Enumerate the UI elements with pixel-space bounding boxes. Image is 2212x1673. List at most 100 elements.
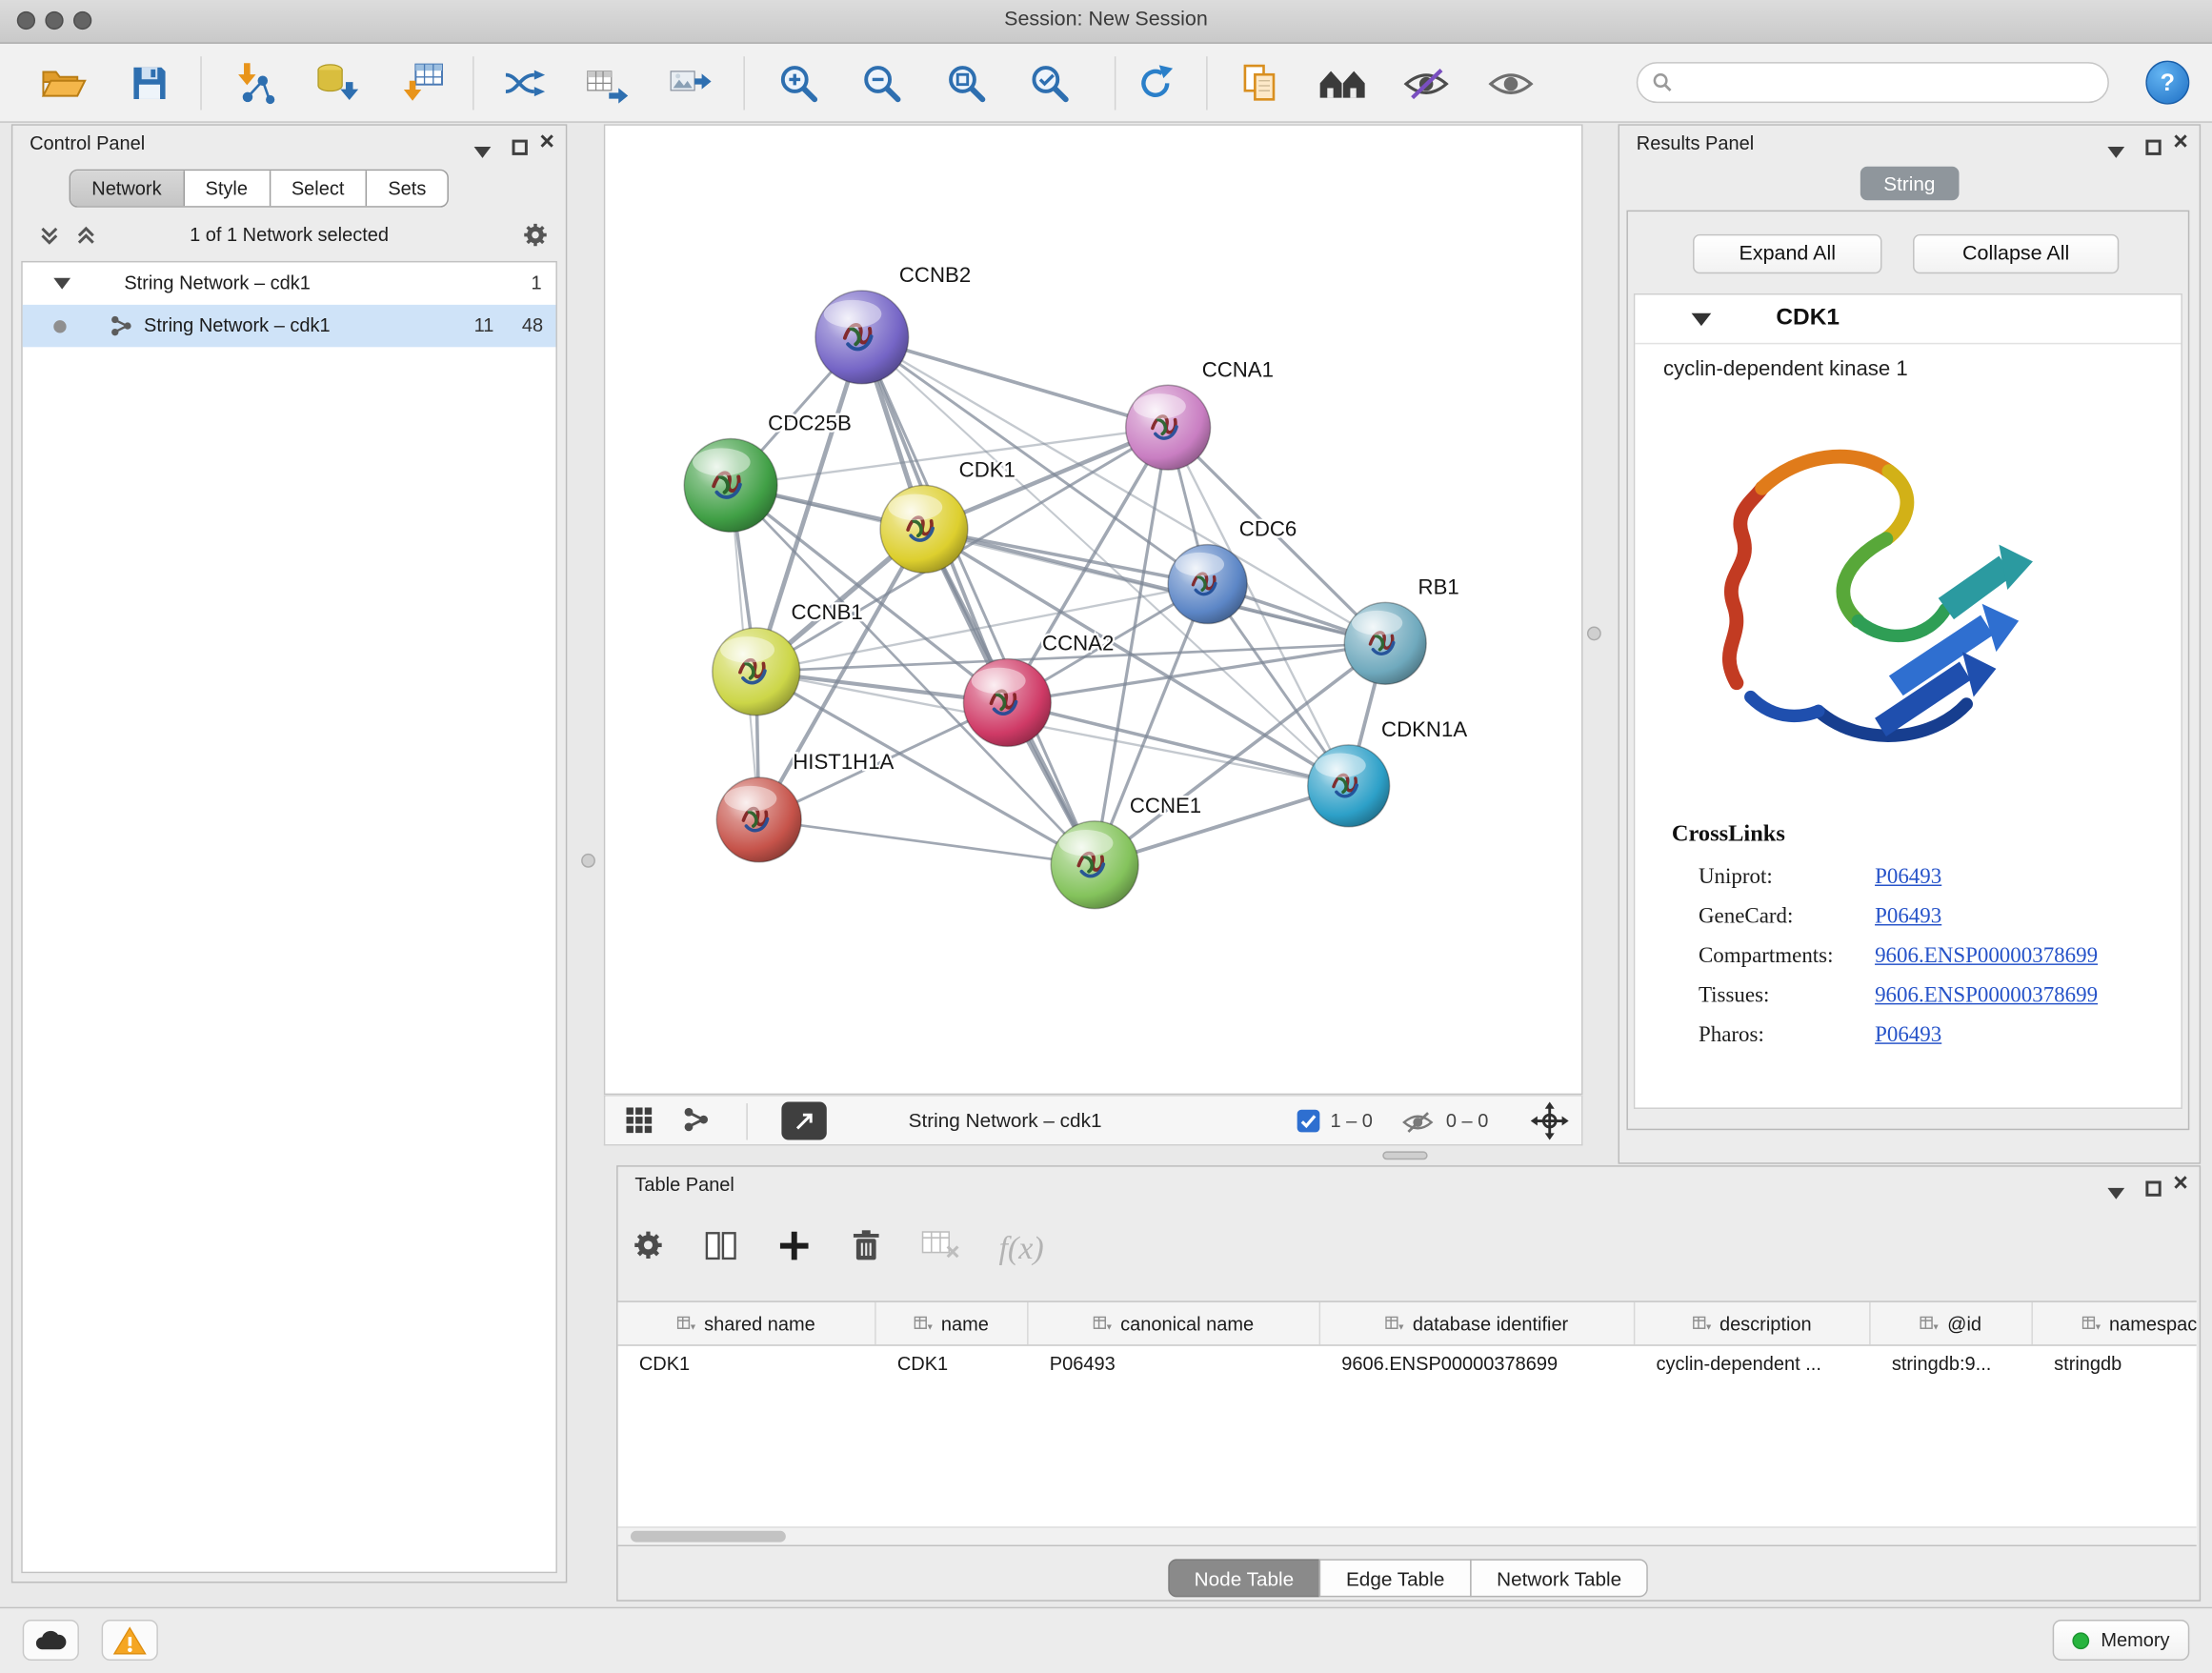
export-image-button[interactable] xyxy=(662,55,718,111)
table-settings-gear-icon[interactable] xyxy=(632,1229,664,1268)
zoom-selected-button[interactable] xyxy=(1021,55,1077,111)
network-node-cdkn1a[interactable]: CDKN1A xyxy=(1308,717,1468,827)
zoom-fit-button[interactable] xyxy=(938,55,995,111)
node-label: CCNA1 xyxy=(1202,357,1274,381)
column-header-label: canonical name xyxy=(1120,1313,1254,1334)
crosslink-value-link[interactable]: 9606.ENSP00000378699 xyxy=(1875,944,2098,970)
network-overview-button[interactable] xyxy=(683,1106,710,1133)
grid-icon xyxy=(625,1106,654,1135)
open-session-button[interactable] xyxy=(35,55,91,111)
gene-section-header[interactable]: CDK1 xyxy=(1635,295,2181,345)
add-column-icon[interactable] xyxy=(777,1228,812,1269)
column-header-namespace[interactable]: namespace xyxy=(2033,1302,2197,1344)
hidden-eye-slash-icon[interactable] xyxy=(1401,1110,1436,1134)
column-header-shared-name[interactable]: shared name xyxy=(618,1302,876,1344)
tree-expand-caret-icon[interactable] xyxy=(53,278,70,290)
zoom-in-button[interactable] xyxy=(771,55,827,111)
network-node-ccna1[interactable]: CCNA1 xyxy=(1126,357,1274,470)
section-collapse-caret-icon[interactable] xyxy=(1692,313,1712,326)
save-session-button[interactable] xyxy=(121,55,177,111)
network-node-ccne1[interactable]: CCNE1 xyxy=(1051,794,1201,909)
network-node-ccnb2[interactable]: CCNB2 xyxy=(815,263,971,384)
tab-network[interactable]: Network xyxy=(70,171,184,206)
tab-node-table[interactable]: Node Table xyxy=(1168,1559,1321,1597)
search-input[interactable] xyxy=(1681,71,2107,94)
selected-checkbox-icon[interactable] xyxy=(1297,1109,1320,1133)
cloud-status-button[interactable] xyxy=(23,1620,79,1661)
delete-column-icon[interactable] xyxy=(851,1228,882,1269)
clear-table-icon-disabled xyxy=(921,1229,959,1268)
network-options-gear-icon[interactable] xyxy=(522,221,549,255)
table-tabs: Node Table Edge Table Network Table xyxy=(1169,1559,1648,1597)
hide-selected-button[interactable] xyxy=(1398,55,1455,111)
expand-all-button[interactable]: Expand All xyxy=(1693,234,1881,273)
tab-select[interactable]: Select xyxy=(271,171,367,206)
pan-mode-button[interactable] xyxy=(1531,1102,1569,1140)
column-header--id[interactable]: @id xyxy=(1871,1302,2033,1344)
network-node-hist1h1a[interactable]: HIST1H1A xyxy=(716,750,894,862)
panel-menu-icon[interactable] xyxy=(2107,1180,2124,1206)
panel-float-icon[interactable] xyxy=(513,137,528,163)
panel-close-icon[interactable]: × xyxy=(2173,1173,2188,1199)
crosslink-value-link[interactable]: P06493 xyxy=(1875,865,1941,891)
network-row-selected[interactable]: String Network – cdk1 11 48 xyxy=(23,305,556,347)
export-table-button[interactable] xyxy=(578,55,634,111)
zoom-out-button[interactable] xyxy=(854,55,910,111)
import-network-file-button[interactable] xyxy=(226,55,282,111)
crosslink-value-link[interactable]: P06493 xyxy=(1875,1023,1941,1049)
crosslink-row: Pharos:P06493 xyxy=(1699,1023,2181,1049)
table-row[interactable]: CDK1CDK1P064939606.ENSP00000378699cyclin… xyxy=(618,1346,2197,1383)
warnings-button[interactable] xyxy=(102,1620,158,1661)
tab-string[interactable]: String xyxy=(1860,167,1960,201)
horizontal-splitter-handle[interactable] xyxy=(1382,1151,1427,1159)
home-view-button[interactable] xyxy=(1315,55,1371,111)
string-results-container: Expand All Collapse All CDK1 cyclin-depe… xyxy=(1626,211,2189,1131)
birds-eye-view-button[interactable] xyxy=(625,1106,654,1135)
column-header-name[interactable]: name xyxy=(876,1302,1029,1344)
new-network-from-selection-button[interactable] xyxy=(496,55,553,111)
column-header-label: namespace xyxy=(2109,1313,2197,1334)
network-collection-row[interactable]: String Network – cdk1 1 xyxy=(23,262,556,304)
network-node-cdk1[interactable]: CDK1 xyxy=(880,458,1016,574)
column-header-description[interactable]: description xyxy=(1635,1302,1870,1344)
show-all-button[interactable] xyxy=(1482,55,1538,111)
tab-network-table[interactable]: Network Table xyxy=(1470,1559,1648,1597)
search-box[interactable] xyxy=(1637,62,2109,103)
network-node-ccnb1[interactable]: CCNB1 xyxy=(713,600,863,716)
panel-close-icon[interactable]: × xyxy=(2173,131,2188,157)
vertical-splitter-handle[interactable] xyxy=(1587,627,1601,641)
vertical-splitter-handle[interactable] xyxy=(581,854,595,868)
network-view-title: String Network – cdk1 xyxy=(909,1109,1102,1132)
share-icon xyxy=(683,1106,710,1133)
panel-close-icon[interactable]: × xyxy=(539,131,554,157)
network-node-rb1[interactable]: RB1 xyxy=(1344,574,1459,684)
column-header-database-identifier[interactable]: database identifier xyxy=(1320,1302,1635,1344)
tab-sets[interactable]: Sets xyxy=(367,171,447,206)
show-columns-icon[interactable] xyxy=(704,1228,738,1269)
network-view-canvas[interactable]: CCNB2CCNA1CDC25BCDK1CDC6RB1CCNB1CCNA2CDK… xyxy=(604,124,1583,1095)
crosshair-move-icon xyxy=(1531,1102,1569,1140)
horizontal-scrollbar[interactable] xyxy=(618,1526,2197,1544)
scrollbar-thumb[interactable] xyxy=(631,1531,786,1542)
crosslink-value-link[interactable]: P06493 xyxy=(1875,904,1941,930)
node-label: CDC6 xyxy=(1239,517,1297,541)
help-button[interactable]: ? xyxy=(2145,61,2189,105)
clone-network-button[interactable] xyxy=(1233,55,1289,111)
tab-style[interactable]: Style xyxy=(184,171,270,206)
import-table-file-button[interactable] xyxy=(395,55,452,111)
houses-icon xyxy=(1317,65,1368,102)
panel-float-icon[interactable] xyxy=(2145,137,2161,163)
collapse-all-button[interactable]: Collapse All xyxy=(1913,234,2119,273)
export-view-button[interactable] xyxy=(781,1102,826,1140)
import-network-database-button[interactable] xyxy=(311,55,367,111)
application-window: Session: New Session xyxy=(0,0,2212,1672)
panel-menu-icon[interactable] xyxy=(474,140,492,166)
tab-edge-table[interactable]: Edge Table xyxy=(1319,1559,1472,1597)
panel-float-icon[interactable] xyxy=(2145,1179,2161,1204)
column-header-canonical-name[interactable]: canonical name xyxy=(1029,1302,1321,1344)
panel-menu-icon[interactable] xyxy=(2107,140,2124,166)
memory-button[interactable]: Memory xyxy=(2053,1620,2189,1661)
crosslink-value-link[interactable]: 9606.ENSP00000378699 xyxy=(1875,983,2098,1009)
network-graph[interactable]: CCNB2CCNA1CDC25BCDK1CDC6RB1CCNB1CCNA2CDK… xyxy=(605,126,1581,1094)
refresh-button[interactable] xyxy=(1127,55,1183,111)
